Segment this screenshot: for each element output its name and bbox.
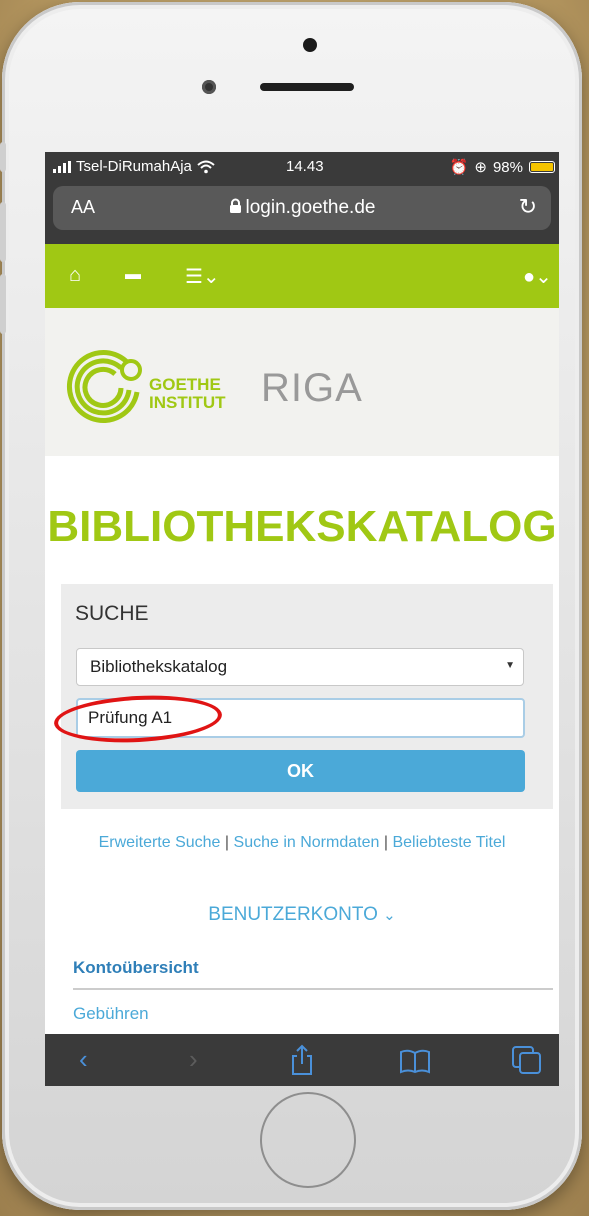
- account-overview-link[interactable]: Kontoübersicht: [73, 958, 199, 978]
- url-display[interactable]: login.goethe.de: [53, 197, 551, 219]
- user-icon[interactable]: ●⌄: [523, 264, 552, 289]
- site-nav-bar: ⌂ ▬ ☰⌄ ●⌄: [45, 244, 559, 308]
- forward-icon[interactable]: ›: [189, 1044, 198, 1075]
- chevron-down-icon: ⌄: [383, 907, 396, 924]
- volume-up-button: [0, 202, 6, 262]
- fees-link[interactable]: Gebühren: [73, 1004, 149, 1024]
- proximity-sensor: [303, 38, 317, 52]
- lock-icon: [229, 198, 241, 213]
- catalog-select[interactable]: Bibliothekskatalog ▼: [76, 648, 524, 686]
- carrier-info: Tsel-DiRumahAja: [53, 158, 215, 175]
- share-icon[interactable]: [289, 1044, 315, 1076]
- home-button[interactable]: [260, 1092, 356, 1188]
- earpiece-speaker: [260, 83, 354, 91]
- catalog-select-value: Bibliothekskatalog: [90, 657, 228, 676]
- link-separator: |: [224, 834, 234, 851]
- battery-percent: 98%: [492, 158, 523, 176]
- search-links: Erweiterte Suche | Suche in Normdaten | …: [45, 834, 559, 852]
- alarm-icon: ⏰: [449, 159, 469, 176]
- phone-screen: Tsel-DiRumahAja 14.43 ⏰ ⊕ 98% AA login.g…: [45, 152, 559, 1086]
- dropdown-caret-icon: ▼: [505, 660, 515, 671]
- goethe-logo-icon: [66, 350, 142, 424]
- orientation-lock-icon: ⊕: [474, 159, 487, 176]
- carrier-name: Tsel-DiRumahAja: [76, 158, 192, 175]
- divider: [73, 988, 553, 990]
- popular-titles-link[interactable]: Beliebteste Titel: [392, 834, 505, 851]
- address-bar[interactable]: AA login.goethe.de ↻: [53, 186, 551, 230]
- back-icon[interactable]: ‹: [79, 1044, 88, 1075]
- advanced-search-link[interactable]: Erweiterte Suche: [99, 834, 221, 851]
- list-menu-icon[interactable]: ☰⌄: [185, 264, 220, 289]
- status-bar: Tsel-DiRumahAja 14.43 ⏰ ⊕ 98%: [45, 152, 559, 182]
- account-heading: BENUTZERKONTO: [208, 904, 378, 925]
- clock: 14.43: [286, 158, 324, 175]
- ok-button[interactable]: OK: [76, 750, 525, 792]
- reload-icon[interactable]: ↻: [519, 194, 537, 220]
- logo-text-goethe: GOETHE: [149, 375, 221, 394]
- cart-icon[interactable]: ▬: [125, 266, 141, 284]
- search-section-label: SUCHE: [75, 602, 149, 625]
- authority-search-link[interactable]: Suche in Normdaten: [234, 834, 380, 851]
- tabs-icon[interactable]: [511, 1045, 543, 1075]
- signal-bars-icon: [53, 160, 71, 173]
- mute-switch: [0, 142, 6, 172]
- wifi-icon: [197, 160, 215, 173]
- page-title: BIBLIOTHEKSKATALOG: [47, 502, 557, 551]
- account-toggle[interactable]: BENUTZERKONTO ⌄: [45, 904, 559, 926]
- location-title: RIGA: [261, 366, 363, 410]
- status-indicators: ⏰ ⊕ 98%: [450, 158, 555, 176]
- phone-frame: Tsel-DiRumahAja 14.43 ⏰ ⊕ 98% AA login.g…: [0, 2, 582, 1210]
- bookmarks-icon[interactable]: [399, 1048, 431, 1074]
- volume-down-button: [0, 274, 6, 334]
- front-camera: [202, 80, 216, 94]
- battery-icon: [529, 161, 555, 173]
- browser-chrome: AA login.goethe.de ↻: [45, 182, 559, 244]
- browser-toolbar: ‹ ›: [45, 1034, 559, 1086]
- url-text: login.goethe.de: [245, 197, 376, 218]
- logo-text-institut: INSTITUT: [149, 393, 226, 412]
- home-icon[interactable]: ⌂: [69, 264, 81, 287]
- site-header: GOETHE INSTITUT RIGA: [45, 308, 559, 456]
